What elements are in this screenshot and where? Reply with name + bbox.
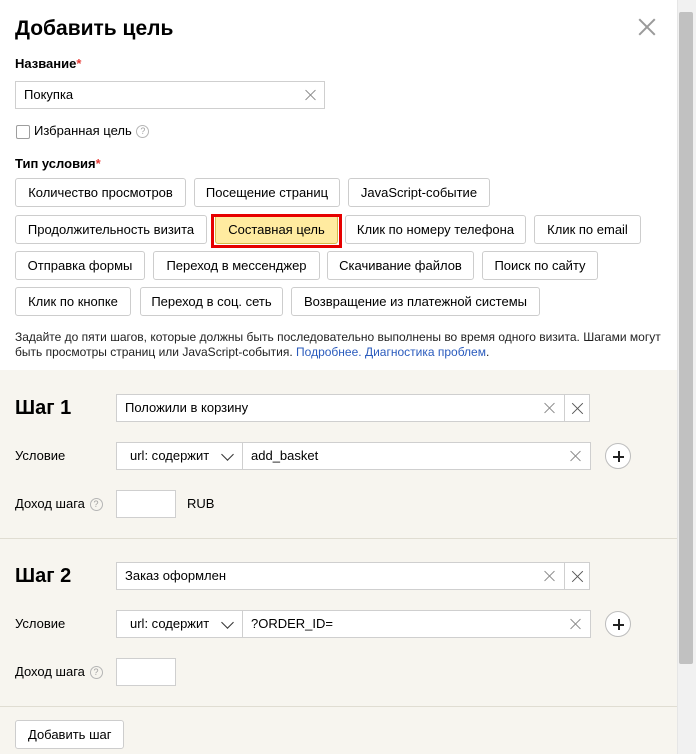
chevron-down-icon bbox=[221, 616, 234, 629]
type-option-messenger[interactable]: Переход в мессенджер bbox=[153, 251, 320, 280]
help-icon[interactable]: ? bbox=[136, 125, 150, 139]
help-icon[interactable]: ? bbox=[89, 666, 103, 680]
step-1-condition-value-input[interactable]: add_basket bbox=[242, 442, 591, 470]
condition-type-label: Тип условия* bbox=[15, 156, 101, 171]
dialog-title: Добавить цель bbox=[15, 17, 174, 40]
clear-step-1-condition-icon[interactable] bbox=[569, 449, 583, 463]
clear-step-1-name-icon[interactable] bbox=[543, 401, 557, 415]
name-label: Название* bbox=[15, 56, 82, 71]
scrollbar-thumb[interactable] bbox=[679, 12, 693, 664]
add-step-button[interactable]: Добавить шаг bbox=[15, 720, 125, 749]
step-2-condition-type-value: url: содержит bbox=[130, 616, 210, 631]
step-2-condition-type-select[interactable]: url: содержит bbox=[116, 610, 243, 638]
step-divider bbox=[0, 706, 677, 707]
step-1-income-input[interactable] bbox=[116, 490, 176, 518]
more-link[interactable]: Подробнее. bbox=[296, 345, 362, 359]
type-option-pages[interactable]: Посещение страниц bbox=[194, 178, 340, 207]
favorite-checkbox[interactable] bbox=[16, 125, 30, 139]
step-1-name-value: Положили в корзину bbox=[125, 400, 249, 415]
type-option-payment-return[interactable]: Возвращение из платежной системы bbox=[291, 287, 540, 316]
step-2-title: Шаг 2 bbox=[15, 565, 72, 587]
step-1-income-label: Доход шага ? bbox=[15, 496, 103, 512]
step-2-condition-label: Условие bbox=[15, 616, 66, 631]
step-1-condition-value: add_basket bbox=[251, 448, 319, 463]
clear-step-2-name-icon[interactable] bbox=[543, 569, 557, 583]
type-option-form-submit[interactable]: Отправка формы bbox=[15, 251, 145, 280]
close-icon[interactable] bbox=[634, 14, 660, 40]
type-option-button-click[interactable]: Клик по кнопке bbox=[15, 287, 131, 316]
step-2-income-input[interactable] bbox=[116, 658, 176, 686]
chevron-down-icon bbox=[221, 448, 234, 461]
composite-description: Задайте до пяти шагов, которые должны бы… bbox=[15, 330, 661, 359]
favorite-label: Избранная цель ? bbox=[34, 123, 150, 139]
type-option-downloads[interactable]: Скачивание файлов bbox=[327, 251, 474, 280]
remove-step-2-button[interactable] bbox=[564, 562, 590, 590]
type-option-js-event[interactable]: JavaScript-событие bbox=[348, 178, 490, 207]
step-2-income-label: Доход шага ? bbox=[15, 664, 103, 680]
type-option-phone-click[interactable]: Клик по номеру телефона bbox=[345, 215, 526, 244]
step-1-name-input[interactable]: Положили в корзину bbox=[116, 394, 565, 422]
step-1-condition-type-select[interactable]: url: содержит bbox=[116, 442, 243, 470]
step-divider bbox=[0, 538, 677, 539]
type-option-pageviews[interactable]: Количество просмотров bbox=[15, 178, 186, 207]
type-option-site-search[interactable]: Поиск по сайту bbox=[482, 251, 598, 280]
step-2-name-value: Заказ оформлен bbox=[125, 568, 227, 583]
add-condition-step-1-button[interactable] bbox=[605, 443, 631, 469]
goal-name-input[interactable]: Покупка bbox=[15, 81, 325, 109]
step-2-condition-value-input[interactable]: ?ORDER_ID= bbox=[242, 610, 591, 638]
help-icon[interactable]: ? bbox=[89, 498, 103, 512]
step-1-condition-label: Условие bbox=[15, 448, 66, 463]
type-option-email-click[interactable]: Клик по email bbox=[534, 215, 641, 244]
type-option-social[interactable]: Переход в соц. сеть bbox=[140, 287, 283, 316]
clear-step-2-condition-icon[interactable] bbox=[569, 617, 583, 631]
step-2-condition-value: ?ORDER_ID= bbox=[251, 616, 333, 631]
add-condition-step-2-button[interactable] bbox=[605, 611, 631, 637]
add-goal-dialog: Добавить цель Название* Покупка Избранна… bbox=[0, 0, 677, 754]
type-option-composite[interactable]: Составная цель bbox=[215, 215, 338, 244]
type-option-visit-duration[interactable]: Продолжительность визита bbox=[15, 215, 207, 244]
remove-step-1-button[interactable] bbox=[564, 394, 590, 422]
step-1-currency: RUB bbox=[187, 496, 215, 511]
diagnostics-link[interactable]: Диагностика проблем bbox=[365, 345, 486, 359]
clear-name-icon[interactable] bbox=[304, 88, 318, 102]
step-1-title: Шаг 1 bbox=[15, 397, 72, 419]
step-1-condition-type-value: url: содержит bbox=[130, 448, 210, 463]
step-2-name-input[interactable]: Заказ оформлен bbox=[116, 562, 565, 590]
goal-name-value: Покупка bbox=[24, 87, 74, 102]
